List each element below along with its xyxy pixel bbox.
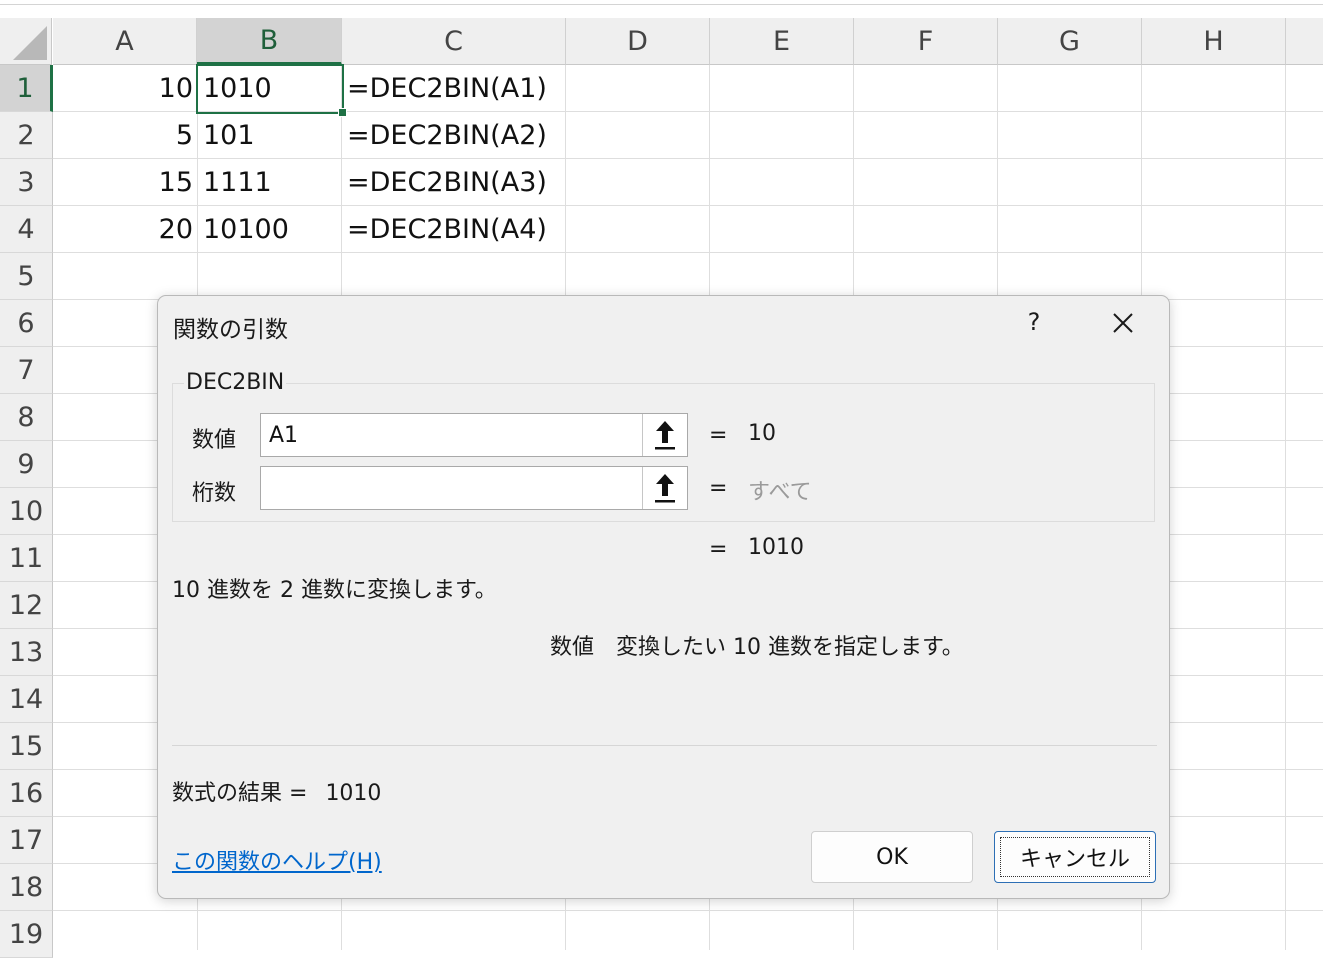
cell-a1[interactable]: 10 (53, 65, 197, 112)
cell-b2[interactable]: 101 (197, 112, 341, 159)
row-header-2[interactable]: 2 (0, 112, 53, 159)
close-button[interactable] (1106, 306, 1140, 340)
function-name-label: DEC2BIN (184, 370, 287, 395)
row-header-12[interactable]: 12 (0, 582, 53, 629)
row-header-7[interactable]: 7 (0, 347, 53, 394)
column-header-a[interactable]: A (53, 18, 197, 65)
arg-input-number[interactable]: A1 (260, 413, 688, 457)
close-icon (1113, 313, 1133, 333)
active-cell-border (196, 64, 347, 117)
cell-c3[interactable]: =DEC2BIN(A3) (341, 159, 565, 206)
row-header-15[interactable]: 15 (0, 723, 53, 770)
cell-c2[interactable]: =DEC2BIN(A2) (341, 112, 565, 159)
column-header-g[interactable]: G (998, 18, 1142, 65)
overall-result: 1010 (748, 535, 804, 560)
row-header-6[interactable]: 6 (0, 300, 53, 347)
formula-result-value: 1010 (325, 781, 382, 806)
cell-a2[interactable]: 5 (53, 112, 197, 159)
collapse-dialog-button-places[interactable] (642, 467, 687, 509)
arg-equals-number: = (709, 423, 728, 448)
fill-handle[interactable] (338, 108, 347, 117)
row-header-17[interactable]: 17 (0, 817, 53, 864)
overall-equals: = (709, 537, 728, 562)
arg-label-places: 桁数 (192, 481, 237, 506)
arg-input-number-value: A1 (269, 422, 299, 448)
row-header-4[interactable]: 4 (0, 206, 53, 253)
argument-description-name: 数値 (550, 635, 595, 660)
row-header-18[interactable]: 18 (0, 864, 53, 911)
formula-result: 数式の結果 = 1010 (172, 775, 381, 807)
arg-value-places: すべて (748, 480, 812, 505)
column-header-d[interactable]: D (566, 18, 710, 65)
cell-a3[interactable]: 15 (53, 159, 197, 206)
row-header-3[interactable]: 3 (0, 159, 53, 206)
select-all-button[interactable] (0, 18, 52, 65)
row-header-10[interactable]: 10 (0, 488, 53, 535)
cell-a4[interactable]: 20 (53, 206, 197, 253)
row-header-9[interactable]: 9 (0, 441, 53, 488)
column-header-b[interactable]: B (197, 18, 342, 65)
argument-description-text: 変換したい 10 進数を指定します。 (616, 635, 964, 660)
cell-c4[interactable]: =DEC2BIN(A4) (341, 206, 565, 253)
help-link[interactable]: この関数のヘルプ(H) (172, 844, 382, 876)
row-header-14[interactable]: 14 (0, 676, 53, 723)
cancel-button[interactable]: キャンセル (994, 831, 1156, 883)
row-header-11[interactable]: 11 (0, 535, 53, 582)
column-header-h[interactable]: H (1142, 18, 1286, 65)
argument-description: 数値 変換したい 10 進数を指定します。 (550, 629, 964, 661)
collapse-arrow-icon (655, 421, 675, 450)
column-header-next[interactable] (1286, 18, 1323, 65)
row-header-16[interactable]: 16 (0, 770, 53, 817)
separator (172, 745, 1157, 746)
arg-value-number: 10 (748, 421, 776, 446)
collapse-arrow-icon (655, 474, 675, 503)
ok-button[interactable]: OK (811, 831, 973, 883)
row-header-8[interactable]: 8 (0, 394, 53, 441)
function-description: 10 進数を 2 進数に変換します。 (172, 578, 497, 603)
formula-result-label: 数式の結果 = (172, 781, 308, 806)
row-header-19[interactable]: 19 (0, 911, 53, 958)
collapse-dialog-button-number[interactable] (642, 414, 687, 456)
dialog-title: 関数の引数 (173, 317, 288, 343)
column-header-e[interactable]: E (710, 18, 854, 65)
column-header-f[interactable]: F (854, 18, 998, 65)
focus-ring (1000, 837, 1150, 877)
function-arguments-dialog: 関数の引数 ? DEC2BIN 数値 A1 = 10 桁数 = すべて = 10… (157, 295, 1170, 899)
column-header-c[interactable]: C (342, 18, 566, 65)
cell-c1[interactable]: =DEC2BIN(A1) (341, 65, 565, 112)
help-button[interactable]: ? (1022, 306, 1046, 338)
row-header-5[interactable]: 5 (0, 253, 53, 300)
arg-label-number: 数値 (192, 428, 237, 453)
cell-b3[interactable]: 1111 (197, 159, 341, 206)
tab-strip (0, 0, 1323, 18)
row-header-13[interactable]: 13 (0, 629, 53, 676)
cell-b4[interactable]: 10100 (197, 206, 341, 253)
arg-input-places[interactable] (260, 466, 688, 510)
row-header-1[interactable]: 1 (0, 65, 53, 112)
arg-equals-places: = (709, 476, 728, 501)
